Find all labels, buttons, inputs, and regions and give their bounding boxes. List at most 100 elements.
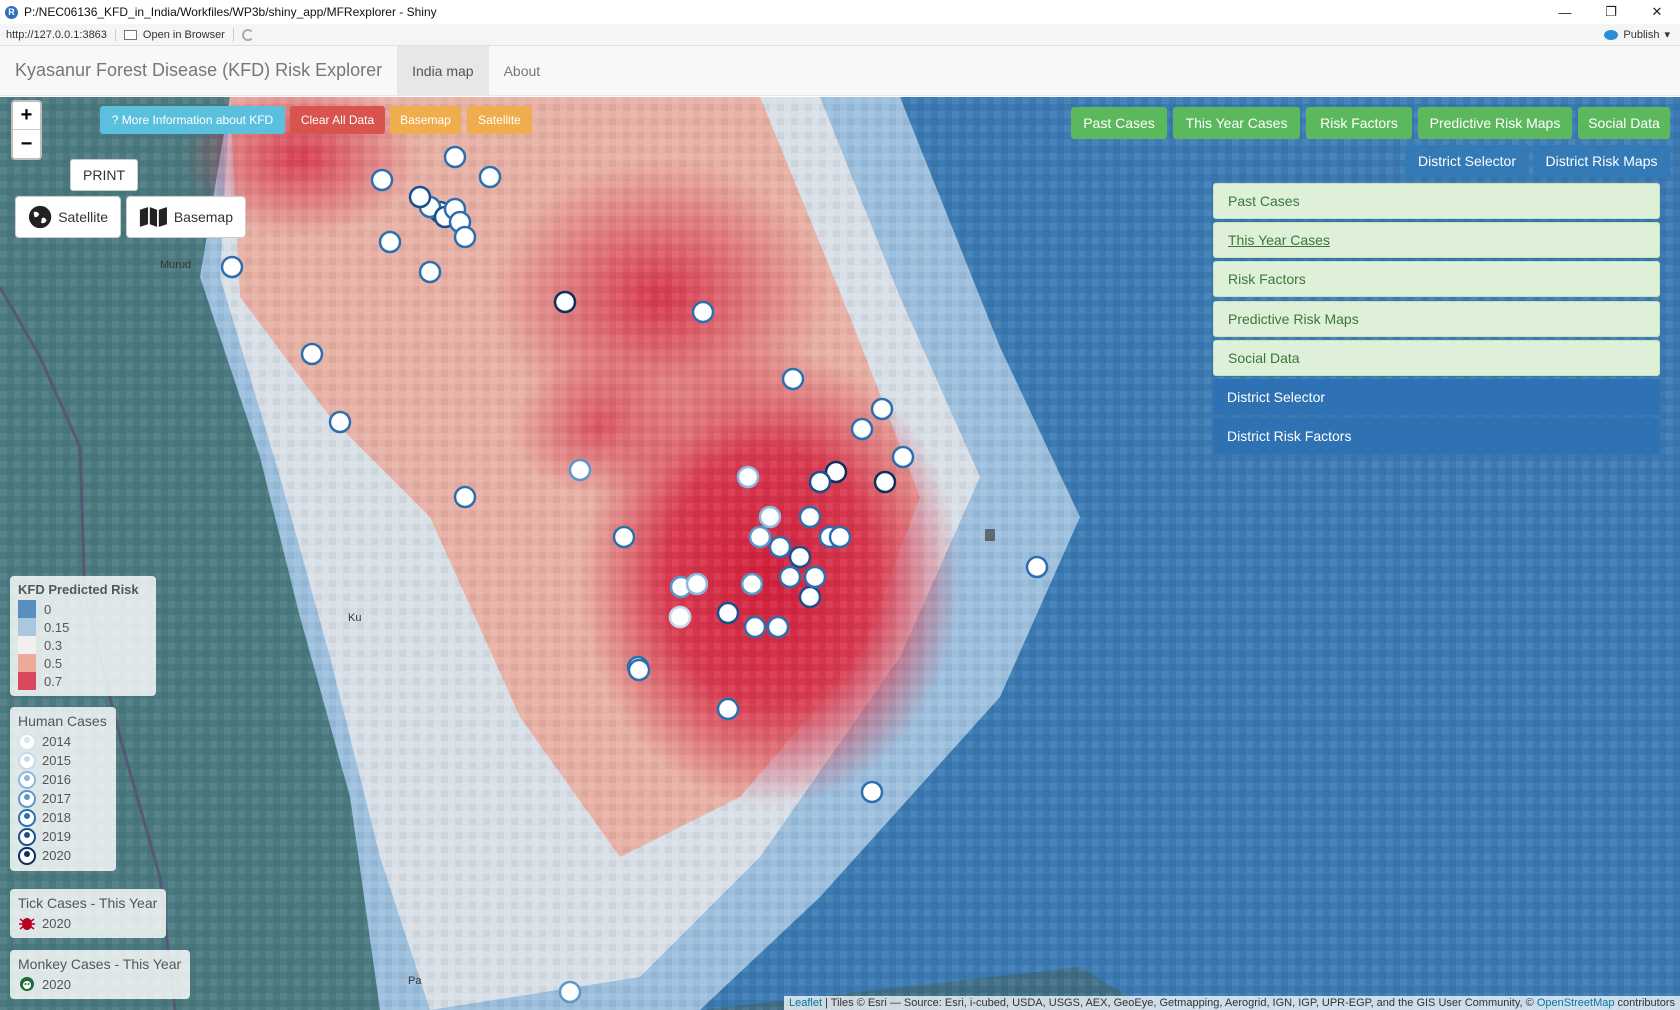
map-icon [139,207,167,227]
legend-risk-row: 0.7 [18,672,148,690]
navbar: Kyasanur Forest Disease (KFD) Risk Explo… [0,46,1680,96]
more-info-button[interactable]: ? More Information about KFD [100,106,285,134]
close-button[interactable]: ✕ [1634,0,1680,24]
legend-risk-row: 0.15 [18,618,148,636]
panel-past-cases[interactable]: Past Cases [1213,183,1660,219]
legend-risk-label: 0.5 [44,655,63,671]
clear-all-data-button[interactable]: Clear All Data [290,106,385,134]
basemap-button[interactable]: Basemap [390,106,461,134]
panel-social-data[interactable]: Social Data [1213,340,1660,376]
panel-district-risk-factors[interactable]: District Risk Factors [1213,418,1660,454]
legend-risk-swatch [18,654,36,672]
social-data-button[interactable]: Social Data [1578,107,1670,139]
refresh-icon[interactable] [241,28,254,41]
legend-human-year: 2016 [42,772,71,787]
zoom-control: + − [11,100,42,160]
open-in-browser-label: Open in Browser [142,28,225,41]
publish-icon [1604,29,1619,40]
zoom-out-button[interactable]: − [13,130,40,158]
address-bar: http://127.0.0.1:3863 Open in Browser Pu… [0,24,1680,46]
legend-human-row: 2016 [18,770,108,789]
legend-risk-row: 0 [18,600,148,618]
monkey-icon [20,977,34,991]
district-risk-maps-button[interactable]: District Risk Maps [1533,145,1670,177]
attribution-text: | Tiles © Esri — Source: Esri, i-cubed, … [822,997,1537,1009]
tab-about[interactable]: About [489,46,556,95]
person-marker-icon [18,808,36,827]
person-marker-icon [18,827,36,846]
legend-monkey-cases: Monkey Cases - This Year 2020 [10,950,190,999]
legend-human-year: 2020 [42,848,71,863]
legend-monkey-year: 2020 [42,976,71,992]
legend-human-cases: Human Cases 2014 2015 2016 2017 2018 2019 2020 [10,707,116,871]
legend-human-title: Human Cases [18,713,107,729]
basemap-layer-label: Basemap [173,209,233,225]
risk-map[interactable]: + − ? More Information about KFD Clear A… [0,97,1680,1010]
tick-icon [19,918,35,930]
legend-risk-row: 0.5 [18,654,148,672]
satellite-layer-label: Satellite [58,209,108,225]
legend-human-row: 2014 [18,732,108,751]
legend-human-row: 2019 [18,827,108,846]
leaflet-link[interactable]: Leaflet [789,997,822,1009]
legend-human-year: 2019 [42,829,71,844]
legend-risk-label: 0.3 [44,637,63,653]
past-cases-button[interactable]: Past Cases [1071,107,1167,139]
legend-human-row: 2020 [18,846,108,865]
legend-predicted-risk: KFD Predicted Risk 0 0.15 0.3 0.5 0.7 [10,576,156,696]
legend-risk-swatch [18,672,36,690]
legend-human-year: 2018 [42,810,71,825]
restore-button[interactable]: ❐ [1588,0,1634,24]
minimize-button[interactable]: — [1542,0,1588,24]
person-marker-icon [18,751,36,770]
divider [232,27,234,42]
legend-risk-swatch [18,600,36,618]
publish-label: Publish [1623,28,1660,41]
legend-tick-year: 2020 [42,915,71,931]
browser-window-icon [123,29,137,40]
satellite-button[interactable]: Satellite [467,106,532,134]
map-attribution: Leaflet | Tiles © Esri — Source: Esri, i… [784,996,1680,1010]
attribution-suffix: contributors [1614,997,1675,1009]
legend-risk-label: 0.15 [44,619,70,635]
legend-human-row: 2015 [18,751,108,770]
this-year-cases-button[interactable]: This Year Cases [1173,107,1300,139]
legend-human-row: 2017 [18,789,108,808]
person-marker-icon [18,846,36,865]
panel-this-year-cases-label: This Year Cases [1228,232,1330,248]
legend-risk-label: 0 [44,601,52,617]
satellite-layer-button[interactable]: Satellite [15,196,121,238]
osm-link[interactable]: OpenStreetMap [1537,997,1615,1009]
rstudio-icon: R [5,5,18,19]
place-label-murud: Murud [160,259,192,271]
legend-risk-swatch [18,636,36,654]
district-selector-button[interactable]: District Selector [1405,145,1529,177]
basemap-layer-button[interactable]: Basemap [126,196,246,238]
legend-monkey-title: Monkey Cases - This Year [18,956,182,972]
zoom-in-button[interactable]: + [13,102,40,130]
tab-india-map[interactable]: India map [397,46,489,95]
panel-risk-factors[interactable]: Risk Factors [1213,261,1660,297]
person-marker-icon [18,732,36,751]
place-label-ku: Ku [348,612,362,624]
legend-tick-title: Tick Cases - This Year [18,895,158,911]
legend-human-year: 2017 [42,791,71,806]
legend-human-year: 2014 [42,734,71,749]
chevron-down-icon: ▾ [1664,29,1670,41]
legend-human-year: 2015 [42,753,71,768]
url-field[interactable]: http://127.0.0.1:3863 [0,28,116,41]
open-in-browser-button[interactable]: Open in Browser [116,29,225,41]
predictive-risk-maps-button[interactable]: Predictive Risk Maps [1418,107,1572,139]
person-marker-icon [18,770,36,789]
publish-button[interactable]: Publish ▾ [1604,28,1670,41]
person-marker-icon [18,789,36,808]
panel-predictive-risk-maps[interactable]: Predictive Risk Maps [1213,301,1660,337]
window-titlebar: R P:/NEC06136_KFD_in_India/Workfiles/WP3… [0,0,1680,24]
panel-district-selector[interactable]: District Selector [1213,379,1660,415]
legend-risk-swatch [18,618,36,636]
print-button[interactable]: PRINT [70,159,138,191]
risk-factors-button[interactable]: Risk Factors [1306,107,1412,139]
place-label-pa: Pa [408,975,422,987]
legend-human-row: 2018 [18,808,108,827]
panel-this-year-cases[interactable]: This Year Cases [1213,222,1660,258]
